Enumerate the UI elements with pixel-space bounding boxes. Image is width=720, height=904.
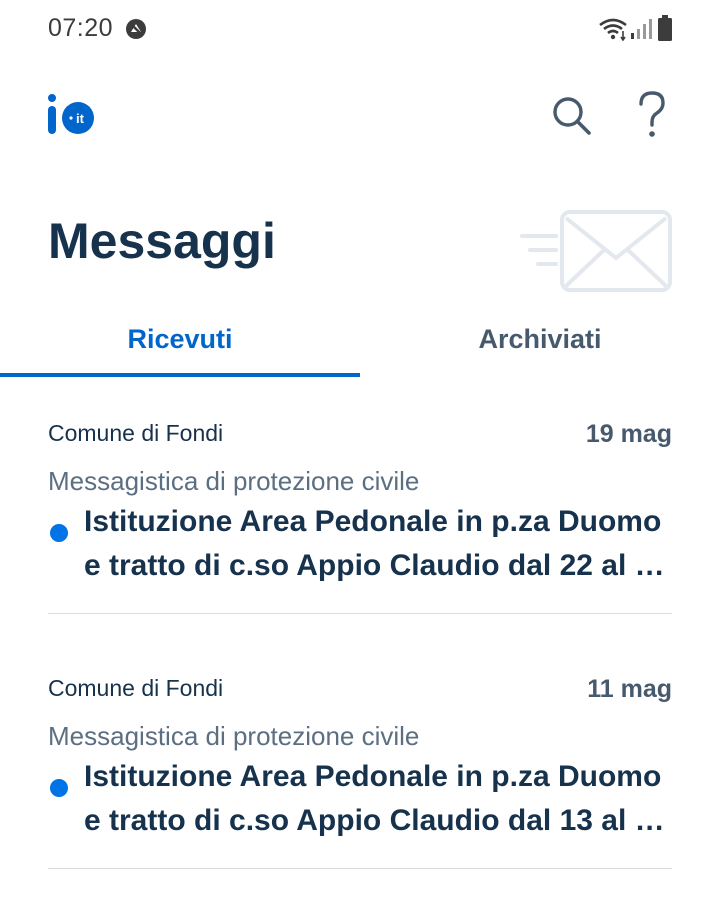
message-service: Messagistica di protezione civile — [48, 721, 420, 751]
unread-dot-icon — [50, 524, 68, 542]
message-tabs: Ricevuti Archiviati — [0, 300, 720, 378]
envelope-icon — [520, 210, 672, 292]
message-list-item[interactable]: Comune di Fondi 11 mag Messagistica di p… — [48, 655, 672, 904]
status-time: 07:20 — [48, 14, 114, 42]
message-date: 19 mag — [585, 420, 672, 448]
divider — [48, 868, 672, 869]
logo-badge: it — [76, 111, 85, 126]
message-service: Messagistica di protezione civile — [48, 466, 420, 496]
message-sender: Comune di Fondi — [48, 420, 224, 446]
divider — [48, 613, 672, 614]
message-title: Istituzione Area Pedonale in p.za Duomo … — [84, 505, 669, 582]
unread-dot-icon — [50, 779, 68, 797]
help-icon — [639, 91, 665, 137]
io-logo: it — [48, 94, 94, 134]
message-title: Istituzione Area Pedonale in p.za Duomo … — [84, 760, 669, 837]
message-sender: Comune di Fondi — [48, 675, 224, 701]
tab-archived[interactable]: Archiviati — [360, 300, 720, 378]
tab-received[interactable]: Ricevuti — [0, 300, 360, 378]
status-bar: 07:20 — [0, 0, 720, 62]
wifi-icon — [599, 18, 627, 41]
signal-icon — [631, 19, 652, 39]
battery-icon — [658, 15, 672, 41]
help-button[interactable] — [628, 88, 676, 142]
page-title: Messaggi — [48, 213, 276, 269]
search-icon — [553, 97, 591, 135]
message-list-item[interactable]: Comune di Fondi 19 mag Messagistica di p… — [48, 400, 672, 655]
app-header: it — [0, 62, 720, 172]
message-date: 11 mag — [587, 675, 672, 703]
notification-blocked-icon — [126, 19, 146, 39]
search-button[interactable] — [548, 92, 596, 140]
active-tab-indicator — [0, 373, 360, 377]
